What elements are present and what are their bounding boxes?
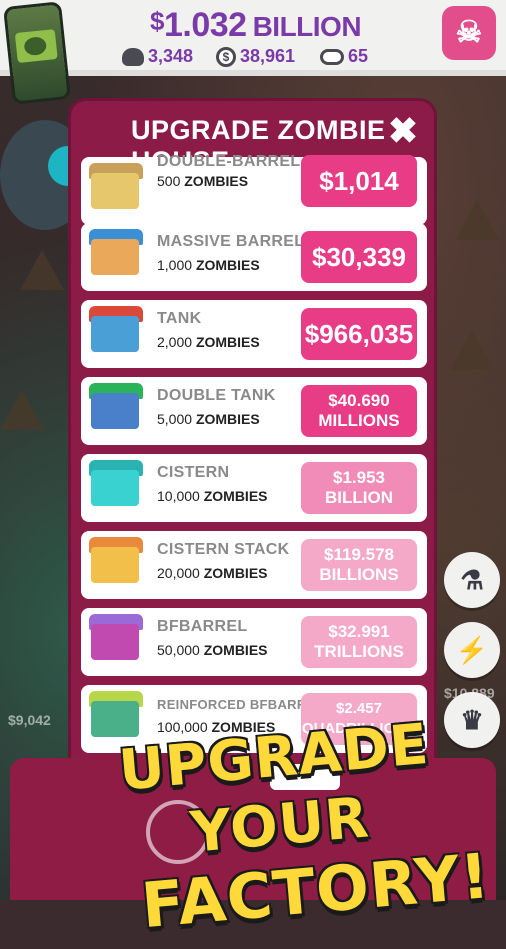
upgrade-name: CISTERN STACK (157, 541, 290, 558)
cistern-building-icon (87, 460, 145, 516)
price-line-1: $40.690 (328, 391, 390, 410)
bfbarrel-building-icon (87, 614, 145, 670)
zombie-unit: ZOMBIES (184, 173, 249, 189)
price-line-1: $32.991 (328, 622, 390, 641)
double-barrel-building-icon (87, 163, 145, 219)
zombie-capacity: 50,000 ZOMBIES (157, 642, 268, 658)
building-shape (91, 547, 139, 583)
buy-button[interactable]: $30,339 (301, 231, 417, 283)
zombie-capacity: 2,000 ZOMBIES (157, 334, 260, 350)
skull-crossbones-badge-icon[interactable]: ☠ (442, 6, 496, 60)
upgrade-name: REINFORCED BFBARREL (157, 697, 324, 712)
buy-button[interactable]: $40.690 MILLIONS (301, 385, 417, 437)
upgrade-name: DOUBLE TANK (157, 387, 276, 404)
upgrade-row-cistern: CISTERN 10,000 ZOMBIES $1.953 BILLION (81, 454, 427, 522)
zombie-count: 10,000 (157, 488, 200, 504)
skull-count: 3,348 (148, 46, 194, 66)
price-label: $40.690 MILLIONS (318, 391, 399, 431)
lightning-icon: ⚡ (455, 635, 489, 665)
cistern-stack-building-icon (87, 537, 145, 593)
money-display: $1.032 BILLION (150, 6, 362, 45)
tree-decoration (20, 250, 64, 290)
building-shape (91, 624, 139, 660)
money-bag-icon: $ (216, 46, 236, 67)
price-line-2: MILLIONS (318, 411, 400, 430)
zombie-capacity: 20,000 ZOMBIES (157, 565, 268, 581)
building-shape (91, 316, 139, 352)
zombie-count: 500 (157, 173, 181, 189)
flask-button[interactable]: ⚗ (444, 552, 500, 608)
upgrade-row-massive-barrel: MASSIVE BARREL 1,000 ZOMBIES $30,339 (81, 223, 427, 291)
upgrade-name: BFBARREL (157, 618, 248, 635)
flask-icon: ⚗ (460, 565, 484, 595)
upgrade-row-cistern-stack: CISTERN STACK 20,000 ZOMBIES $119.578 BIL… (81, 531, 427, 599)
double-tank-building-icon (87, 383, 145, 439)
upgrade-name: CISTERN (157, 464, 230, 481)
buy-button[interactable]: $1.953 BILLION (301, 462, 417, 514)
brain-icon (320, 48, 344, 65)
zombie-unit: ZOMBIES (195, 334, 260, 350)
upgrade-zombie-house-modal: UPGRADE ZOMBIE HOUSE ✖ DOUBLE-BARREL 500… (68, 98, 437, 788)
price-label: $1.953 BILLION (325, 468, 393, 507)
money-bag-stat: $ 38,961 (216, 46, 295, 67)
price-label: $119.578 BILLIONS (319, 545, 398, 585)
topbar-shadow (0, 70, 506, 76)
upgrade-row-double-barrel: DOUBLE-BARREL 500 ZOMBIES $1,014 (81, 153, 427, 225)
background-value-left: $9,042 (8, 712, 51, 728)
promo-text: UPGRADE YOUR FACTORY! (52, 705, 506, 947)
skull-icon (122, 47, 144, 66)
building-shape (91, 701, 139, 737)
zombie-count: 5,000 (157, 411, 193, 427)
building-shape (91, 239, 139, 275)
zombie-count: 50,000 (157, 642, 200, 658)
price-line-2: BILLIONS (319, 565, 399, 584)
upgrade-row-bfbarrel: BFBARREL 50,000 ZOMBIES $32.991 TRILLIONS (81, 608, 427, 676)
buy-button[interactable]: $1,014 (301, 155, 417, 207)
upgrade-row-tank: TANK 2,000 ZOMBIES $966,035 (81, 300, 427, 368)
money-value: 1.032 (163, 6, 247, 44)
zombie-soda-can-icon[interactable] (3, 1, 71, 105)
buy-button[interactable]: $119.578 BILLIONS (301, 539, 417, 591)
price-line-2: TRILLIONS (314, 642, 404, 661)
zombie-count: 2,000 (157, 334, 193, 350)
buy-button[interactable]: $966,035 (301, 308, 417, 360)
building-shape (91, 470, 139, 506)
zombie-unit: ZOMBIES (203, 642, 268, 658)
price-label: $30,339 (312, 242, 406, 272)
zombie-unit: ZOMBIES (203, 565, 268, 581)
money-unit: BILLION (252, 11, 362, 42)
money-bag-count: 38,961 (240, 46, 296, 66)
price-line-1: $119.578 (324, 545, 394, 564)
building-shape (91, 173, 139, 209)
zombie-unit: ZOMBIES (203, 488, 268, 504)
zombie-capacity: 5,000 ZOMBIES (157, 411, 260, 427)
upgrade-row-double-tank: DOUBLE TANK 5,000 ZOMBIES $40.690 MILLION… (81, 377, 427, 445)
zombie-count: 20,000 (157, 565, 200, 581)
price-label: $966,035 (304, 319, 414, 349)
zombie-count: 1,000 (157, 257, 193, 273)
tank-building-icon (87, 306, 145, 362)
brain-stat: 65 (320, 46, 368, 67)
tree-decoration (455, 200, 499, 240)
price-label: $1,014 (319, 166, 399, 196)
buy-button[interactable]: $32.991 TRILLIONS (301, 616, 417, 668)
lightning-button[interactable]: ⚡ (444, 622, 500, 678)
building-shape (91, 393, 139, 429)
upgrade-name: DOUBLE-BARREL (157, 153, 301, 170)
zombie-unit: ZOMBIES (195, 257, 260, 273)
brain-count: 65 (348, 46, 369, 66)
upgrade-name: MASSIVE BARREL (157, 233, 305, 250)
zombie-unit: ZOMBIES (195, 411, 260, 427)
upgrade-name: TANK (157, 310, 202, 327)
zombie-capacity: 1,000 ZOMBIES (157, 257, 260, 273)
tree-decoration (0, 390, 44, 430)
massive-barrel-building-icon (87, 229, 145, 285)
tree-decoration (450, 330, 494, 370)
zombie-capacity: 10,000 ZOMBIES (157, 488, 268, 504)
skull-stat: 3,348 (122, 46, 193, 67)
zombie-capacity: 500 ZOMBIES (157, 173, 248, 189)
money-symbol: $ (150, 6, 164, 36)
close-icon[interactable]: ✖ (388, 111, 418, 151)
price-label: $32.991 TRILLIONS (314, 622, 404, 662)
